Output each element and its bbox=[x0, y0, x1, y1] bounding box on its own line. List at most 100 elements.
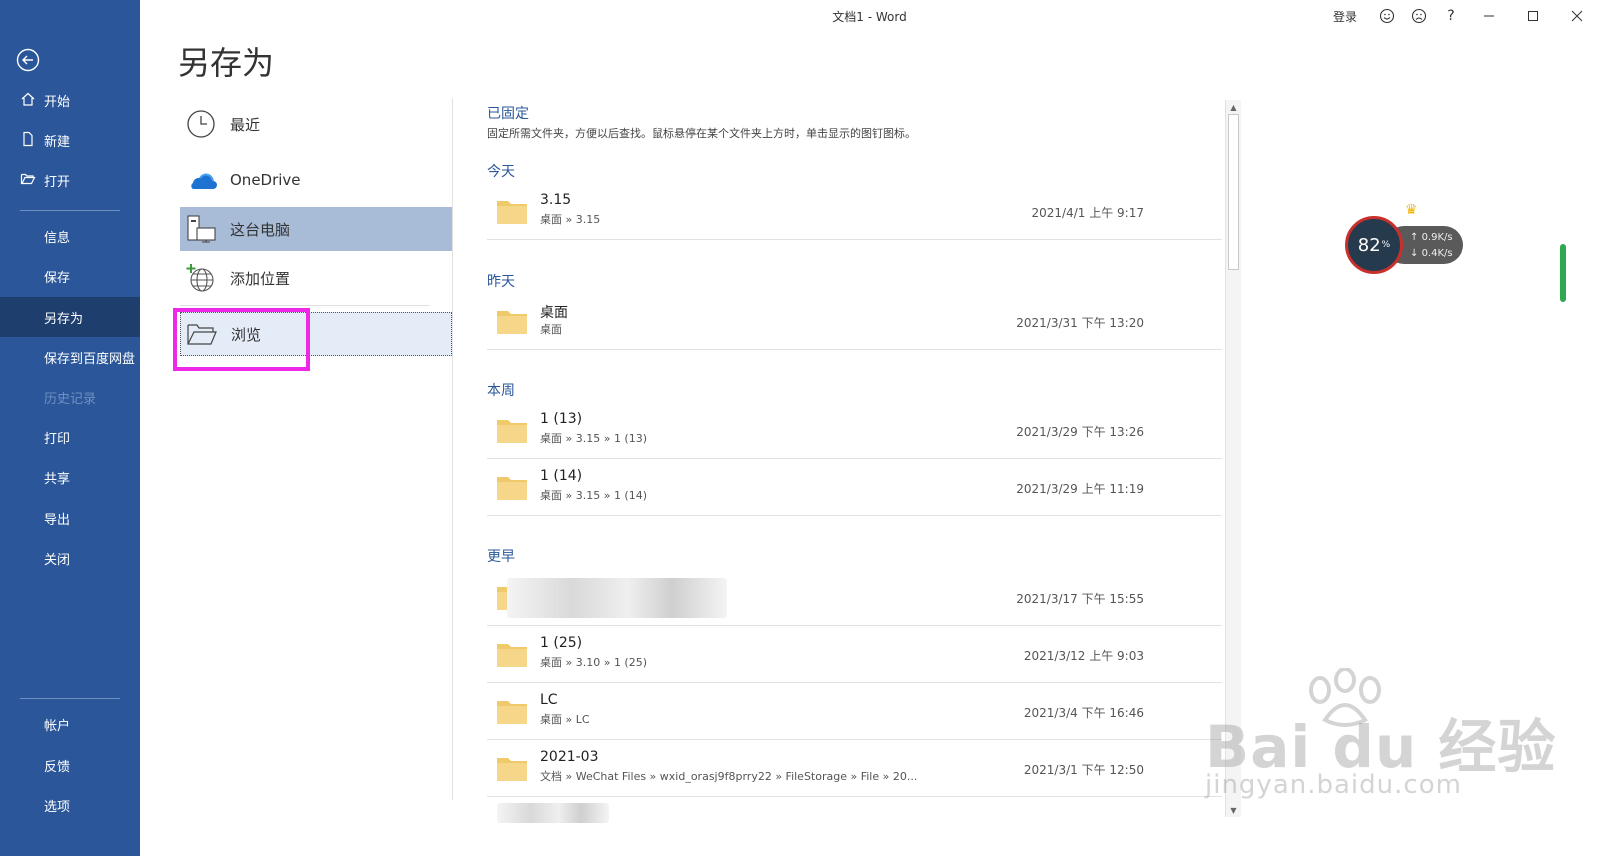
nav-share[interactable]: 共享 bbox=[0, 457, 140, 497]
folder-name: LC bbox=[540, 692, 558, 708]
nav-info[interactable]: 信息 bbox=[0, 216, 140, 256]
pinned-description: 固定所需文件夹，方便以后查找。鼠标悬停在某个文件夹上方时，单击显示的图钉图标。 bbox=[487, 127, 916, 140]
folder-row[interactable]: 桌面 桌面 2021/3/31 下午 13:20 bbox=[487, 294, 1222, 350]
folder-date: 2021/3/12 上午 9:03 bbox=[1023, 649, 1144, 663]
watermark-url: jingyan.baidu.com bbox=[1205, 770, 1462, 800]
frown-feedback-icon[interactable] bbox=[1403, 4, 1435, 28]
folder-row[interactable]: 1 (13) 桌面 » 3.15 » 1 (13) 2021/3/29 下午 1… bbox=[487, 403, 1222, 459]
nav-divider bbox=[20, 210, 120, 211]
group-this-week: 本周 bbox=[487, 383, 515, 399]
download-speed: ↓ 0.4K/s bbox=[1410, 248, 1453, 259]
new-document-icon bbox=[20, 131, 38, 149]
folder-path: 桌面 » 3.10 » 1 (25) bbox=[540, 656, 648, 669]
folder-path: 桌面 » 3.15 » 1 (14) bbox=[540, 489, 648, 502]
upload-speed: ↑ 0.9K/s bbox=[1410, 232, 1453, 243]
scroll-up-arrow-icon[interactable]: ▲ bbox=[1226, 100, 1241, 114]
location-onedrive[interactable]: OneDrive bbox=[180, 158, 452, 202]
memory-usage-ring: 82% bbox=[1345, 216, 1403, 274]
add-location-globe-icon bbox=[184, 261, 218, 295]
nav-export-label: 导出 bbox=[44, 512, 71, 528]
nav-feedback[interactable]: 反馈 bbox=[0, 745, 140, 785]
scrollbar-thumb[interactable] bbox=[1228, 114, 1239, 270]
nav-save-to-baidu-label: 保存到百度网盘 bbox=[44, 351, 136, 367]
location-recent-label: 最近 bbox=[230, 115, 261, 134]
scroll-down-arrow-icon[interactable]: ▼ bbox=[1226, 803, 1241, 817]
login-link[interactable]: 登录 bbox=[1333, 8, 1357, 25]
nav-print[interactable]: 打印 bbox=[0, 417, 140, 457]
folder-icon bbox=[497, 201, 527, 224]
location-this-pc[interactable]: 这台电脑 bbox=[180, 207, 452, 251]
nav-share-label: 共享 bbox=[44, 471, 71, 487]
folder-date: 2021/4/1 上午 9:17 bbox=[1031, 206, 1144, 220]
nav-save[interactable]: 保存 bbox=[0, 256, 140, 296]
folder-row[interactable]: 3.15 桌面 » 3.15 2021/4/1 上午 9:17 bbox=[487, 184, 1222, 240]
nav-options-label: 选项 bbox=[44, 799, 71, 815]
nav-open-label: 打开 bbox=[44, 174, 71, 190]
location-recent[interactable]: 最近 bbox=[180, 102, 452, 146]
back-arrow-icon[interactable] bbox=[16, 48, 40, 72]
folder-date: 2021/3/31 下午 13:20 bbox=[1016, 316, 1144, 330]
maximize-icon[interactable] bbox=[1511, 4, 1555, 28]
upload-speed-value: 0.9K/s bbox=[1421, 232, 1453, 243]
location-this-pc-label: 这台电脑 bbox=[230, 220, 291, 239]
folder-icon bbox=[497, 644, 527, 667]
nav-info-label: 信息 bbox=[44, 230, 71, 246]
help-icon[interactable]: ? bbox=[1435, 4, 1467, 28]
nav-home[interactable]: 开始 bbox=[0, 80, 140, 120]
network-speed-widget[interactable]: 82% ♛ ↑ 0.9K/s ↓ 0.4K/s bbox=[1345, 202, 1463, 274]
nav-close[interactable]: 关闭 bbox=[0, 538, 140, 578]
nav-history: 历史记录 bbox=[0, 377, 140, 417]
folder-date: 2021/3/29 上午 11:19 bbox=[1016, 482, 1144, 496]
folder-name: 1 (25) bbox=[540, 635, 583, 651]
smile-feedback-icon[interactable] bbox=[1371, 4, 1403, 28]
folder-row[interactable]: LC 桌面 » LC 2021/3/4 下午 16:46 bbox=[487, 684, 1222, 740]
nav-history-label: 历史记录 bbox=[44, 391, 97, 407]
download-speed-value: 0.4K/s bbox=[1421, 248, 1453, 259]
onedrive-cloud-icon bbox=[184, 163, 218, 197]
folder-date: 2021/3/4 下午 16:46 bbox=[1023, 706, 1144, 720]
folder-name: 3.15 bbox=[540, 192, 572, 208]
titlebar-controls: 登录 ? bbox=[1333, 4, 1599, 28]
edge-scroll-indicator bbox=[1560, 244, 1566, 302]
usage-percent-sign: % bbox=[1381, 240, 1391, 250]
folder-icon bbox=[497, 477, 527, 500]
nav-save-label: 保存 bbox=[44, 270, 71, 286]
group-today: 今天 bbox=[487, 164, 515, 180]
folder-name: 2021-03 bbox=[540, 749, 599, 765]
clock-icon bbox=[184, 107, 218, 141]
folder-row[interactable]: 2021-03 文档 » WeChat Files » wxid_orasj9f… bbox=[487, 741, 1222, 797]
nav-home-label: 开始 bbox=[44, 94, 71, 110]
nav-account[interactable]: 帐户 bbox=[0, 704, 140, 744]
folder-path: 文档 » WeChat Files » wxid_orasj9f8prry22 … bbox=[540, 770, 918, 783]
vip-crown-icon: ♛ bbox=[1405, 202, 1418, 218]
nav-new[interactable]: 新建 bbox=[0, 120, 140, 160]
folder-date: 2021/3/29 下午 13:26 bbox=[1016, 425, 1144, 439]
folder-row[interactable]: 1 (14) 桌面 » 3.15 » 1 (14) 2021/3/29 上午 1… bbox=[487, 460, 1222, 516]
folder-icon bbox=[497, 758, 527, 781]
folder-row-redacted[interactable]: 2021/3/17 下午 15:55 bbox=[487, 570, 1222, 626]
nav-options[interactable]: 选项 bbox=[0, 785, 140, 825]
location-browse[interactable]: 浏览 bbox=[180, 312, 452, 356]
location-divider bbox=[180, 305, 430, 306]
group-earlier: 更早 bbox=[487, 549, 515, 565]
location-browse-label: 浏览 bbox=[231, 325, 262, 344]
folder-row[interactable]: 1 (25) 桌面 » 3.10 » 1 (25) 2021/3/12 上午 9… bbox=[487, 627, 1222, 683]
folder-icon bbox=[497, 420, 527, 443]
close-icon[interactable] bbox=[1555, 4, 1599, 28]
minimize-icon[interactable] bbox=[1467, 4, 1511, 28]
nav-open[interactable]: 打开 bbox=[0, 160, 140, 200]
location-add-place[interactable]: 添加位置 bbox=[180, 256, 452, 300]
nav-save-as[interactable]: 另存为 bbox=[0, 297, 140, 337]
folder-date: 2021/3/1 下午 12:50 bbox=[1023, 763, 1144, 777]
pinned-heading: 已固定 bbox=[487, 106, 529, 122]
page-title: 另存为 bbox=[178, 44, 275, 82]
nav-save-to-baidu[interactable]: 保存到百度网盘 bbox=[0, 337, 140, 377]
nav-feedback-label: 反馈 bbox=[44, 759, 71, 775]
nav-print-label: 打印 bbox=[44, 431, 71, 447]
nav-export[interactable]: 导出 bbox=[0, 498, 140, 538]
nav-divider-bottom bbox=[20, 698, 120, 699]
folder-name: 1 (14) bbox=[540, 468, 583, 484]
browse-folder-icon bbox=[185, 317, 219, 351]
panel-divider bbox=[452, 98, 453, 800]
backstage-nav: 开始 新建 打开 信息 保存 另存为 保存到百度网盘 历史记录 打印 共享 导出… bbox=[0, 0, 140, 856]
